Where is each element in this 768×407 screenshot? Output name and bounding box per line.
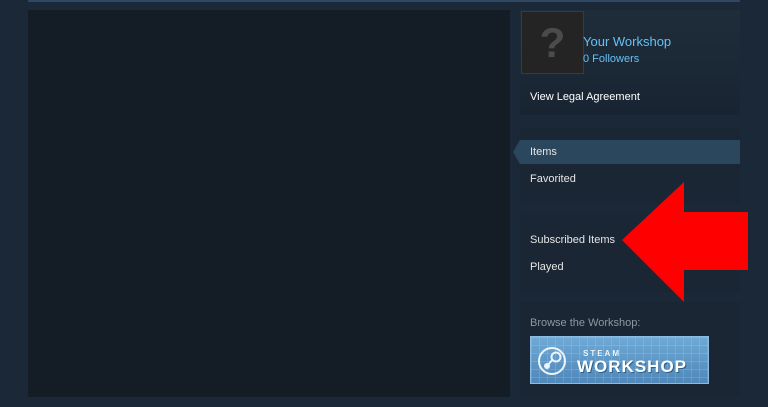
view-legal-agreement-link[interactable]: View Legal Agreement bbox=[530, 91, 640, 103]
top-divider bbox=[28, 0, 740, 2]
steam-logo-icon bbox=[538, 347, 566, 375]
red-arrow-icon bbox=[622, 182, 748, 302]
browse-workshop-label: Browse the Workshop: bbox=[530, 317, 641, 329]
nav-item-label: Favorited bbox=[530, 173, 576, 185]
steam-workshop-button[interactable]: STEAM WORKSHOP bbox=[530, 336, 709, 384]
question-mark-icon: ? bbox=[539, 18, 566, 66]
nav-item-items[interactable]: Items bbox=[513, 140, 740, 164]
nav-item-label: Items bbox=[530, 146, 557, 158]
workshop-page: ? Your Workshop 0 Followers View Legal A… bbox=[0, 0, 768, 407]
button-workshop-text: WORKSHOP bbox=[577, 357, 687, 376]
workshop-avatar[interactable]: ? bbox=[521, 11, 584, 74]
followers-link[interactable]: 0 Followers bbox=[583, 53, 639, 65]
nav-item-label: Played bbox=[530, 261, 564, 273]
browse-workshop-box: Browse the Workshop: STEAM WORKSHOP bbox=[520, 302, 740, 397]
workshop-profile-card: ? Your Workshop 0 Followers View Legal A… bbox=[520, 10, 740, 115]
workshop-title-link[interactable]: Your Workshop bbox=[583, 34, 671, 49]
main-content-panel bbox=[28, 10, 510, 397]
nav-item-label: Subscribed Items bbox=[530, 234, 615, 246]
